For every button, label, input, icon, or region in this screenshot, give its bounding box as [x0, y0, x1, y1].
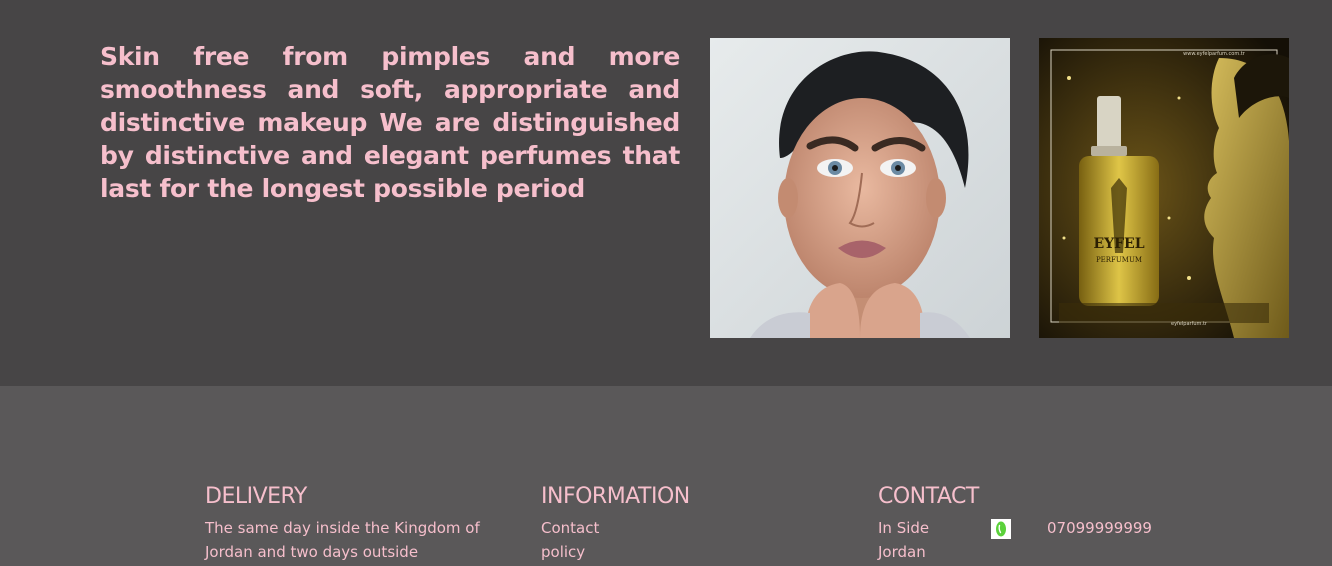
delivery-heading: DELIVERY [205, 484, 307, 509]
perfume-ad-illustration: EYFEL PERFUMUM www.eyfelparfum.com.tr ey… [1039, 38, 1289, 338]
hero-text: Skin free from pimples and more smoothne… [100, 42, 680, 203]
model-face-illustration [710, 38, 1010, 338]
contact-row: In Side Jordan 07099999999 [878, 516, 1178, 564]
information-heading: INFORMATION [541, 484, 690, 509]
policy-link[interactable]: policy [541, 540, 791, 564]
location-line-1: In Side [878, 519, 930, 537]
perfume-sub-label: PERFUMUM [1096, 256, 1142, 264]
perfume-brand-label: EYFEL [1093, 236, 1144, 252]
delivery-text: The same day inside the Kingdom of Jorda… [205, 519, 480, 561]
contact-location: In Side Jordan [878, 516, 968, 564]
location-line-2: Jordan [878, 543, 926, 561]
phone-number[interactable]: 07099999999 [1047, 516, 1152, 540]
contact-link[interactable]: Contact [541, 516, 791, 540]
footer: DELIVERY The same day inside the Kingdom… [0, 386, 1332, 566]
perfume-url-top: www.eyfelparfum.com.tr [1183, 51, 1246, 57]
perfume-url-bottom: eyfelparfum.tr [1171, 321, 1208, 327]
perfume-ad-photo: EYFEL PERFUMUM www.eyfelparfum.com.tr ey… [1039, 38, 1289, 338]
footer-delivery-column: DELIVERY The same day inside the Kingdom… [205, 484, 485, 564]
model-face-photo [710, 38, 1010, 338]
whatsapp-icon[interactable] [991, 519, 1011, 539]
contact-heading: CONTACT [878, 484, 979, 509]
footer-information-column: INFORMATION Contact policy [541, 484, 791, 564]
hero-section: Skin free from pimples and more smoothne… [0, 0, 1332, 386]
footer-contact-column: CONTACT In Side Jordan 07099999999 [878, 484, 1178, 564]
